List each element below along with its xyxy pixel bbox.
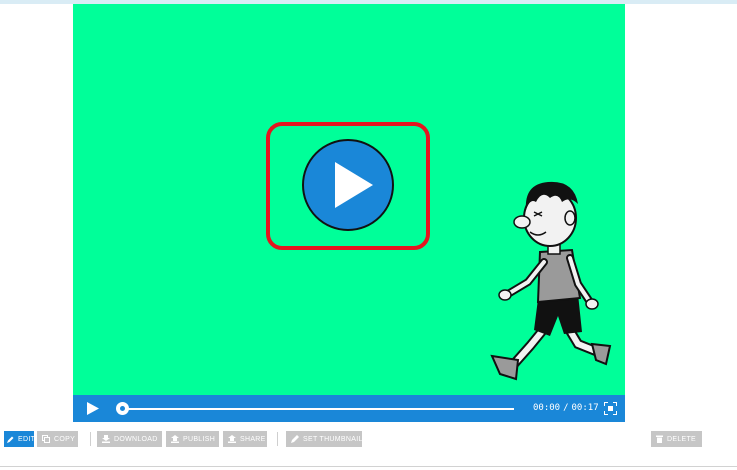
download-icon [102,435,110,443]
fullscreen-icon[interactable] [604,402,617,415]
share-label: SHARE [240,435,266,443]
share-icon [228,435,236,443]
pencil-icon [291,435,299,443]
set-thumbnail-button[interactable]: SET THUMBNAIL [286,431,362,447]
delete-button[interactable]: DELETE [651,431,702,447]
walking-boy-illustration [490,181,612,381]
share-button[interactable]: SHARE [223,431,267,447]
video-player: 00:00/00:17 [73,4,625,422]
video-toolbar: EDIT COPY DOWNLOAD PUBLISH SHARE SET THU… [0,431,737,449]
edit-button[interactable]: EDIT [4,431,36,447]
download-label: DOWNLOAD [114,435,158,443]
set-thumbnail-label: SET THUMBNAIL [303,435,363,443]
copy-label: COPY [54,435,76,443]
trash-icon [656,435,663,443]
publish-button[interactable]: PUBLISH [166,431,219,447]
publish-label: PUBLISH [183,435,216,443]
edit-label: EDIT [18,435,36,443]
seek-bar[interactable] [117,408,514,410]
play-circle-icon[interactable] [301,138,395,232]
total-time: 00:17 [571,403,599,413]
player-controls: 00:00/00:17 [73,395,625,422]
upload-icon [171,435,179,443]
pencil-icon [7,436,14,443]
download-button[interactable]: DOWNLOAD [97,431,162,447]
bottom-divider [0,466,737,467]
seek-handle[interactable] [116,402,129,415]
copy-icon [42,435,50,443]
copy-button[interactable]: COPY [37,431,78,447]
toolbar-divider [90,432,91,446]
play-icon[interactable] [87,402,99,415]
toolbar-divider [277,432,278,446]
time-separator: / [563,403,569,413]
delete-label: DELETE [667,435,697,443]
current-time: 00:00 [533,403,561,413]
time-display: 00:00/00:17 [533,403,599,413]
